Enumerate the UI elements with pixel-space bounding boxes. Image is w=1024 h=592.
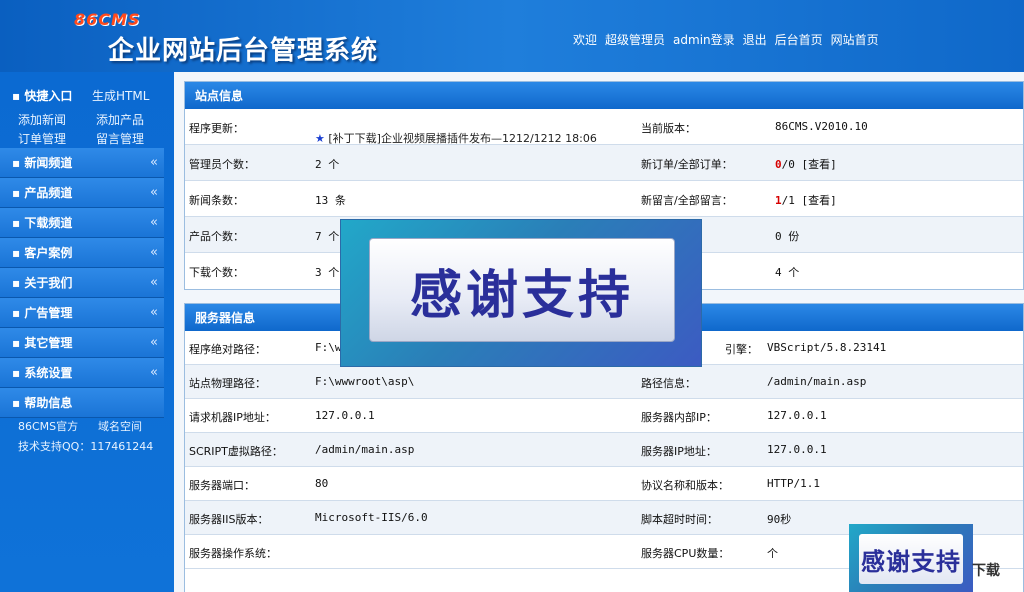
row-label: 协议名称和版本： — [641, 479, 729, 492]
menu-ads[interactable]: ▪ 广告管理 « — [0, 298, 164, 328]
watermark-text: 下载 — [972, 563, 1000, 579]
row-label: 当前版本： — [641, 122, 696, 135]
table-row: SCRIPT虚拟路径： /admin/main.asp 服务器IP地址： 127… — [185, 433, 1023, 467]
row-label: SCRIPT虚拟路径： — [189, 445, 283, 458]
row-label: 管理员个数： — [189, 158, 255, 171]
row-value: 2 个 — [315, 158, 340, 171]
chevron-left-icon: « — [150, 305, 158, 320]
row-label: 新闻条数： — [189, 194, 244, 207]
row-label: 新订单/全部订单： — [641, 158, 733, 171]
star-icon: ★ — [315, 132, 325, 145]
admin-home-link[interactable]: 后台首页 — [775, 31, 823, 48]
quick-link-generate-html[interactable]: 生成HTML — [92, 87, 149, 104]
row-value: 86CMS.V2010.10 — [775, 120, 868, 133]
update-link[interactable]: ★ [补丁下载]企业视频展播插件发布—1212/1212 18:06 — [315, 130, 597, 146]
table-row: 请求机器IP地址： 127.0.0.1 服务器内部IP： 127.0.0.1 — [185, 399, 1023, 433]
menu-products[interactable]: ▪ 产品频道 « — [0, 178, 164, 208]
orders-value[interactable]: 0/0 [查看] — [775, 156, 837, 172]
chevron-left-icon: « — [150, 365, 158, 380]
menu-help[interactable]: ▪ 帮助信息 — [0, 388, 164, 418]
row-label: 服务器内部IP： — [641, 411, 717, 424]
system-title: 企业网站后台管理系统 — [108, 36, 379, 66]
row-value: 80 — [315, 477, 329, 490]
row-label: 站点物理路径： — [189, 377, 266, 390]
menu-news[interactable]: ▪ 新闻频道 « — [0, 148, 164, 178]
header-bar: 86CMS 企业网站后台管理系统 欢迎 超级管理员 admin登录 退出 后台首… — [0, 0, 1024, 72]
table-row: 站点物理路径： F:\wwwroot\asp\ 路径信息： /admin/mai… — [185, 365, 1023, 399]
chevron-left-icon: « — [150, 155, 158, 170]
thanks-banner-small-inner: 感谢支持 — [859, 534, 963, 584]
logout-link[interactable]: 退出 — [743, 31, 767, 48]
menu-about[interactable]: ▪ 关于我们 « — [0, 268, 164, 298]
menu-settings[interactable]: ▪ 系统设置 « — [0, 358, 164, 388]
thanks-banner-inner: 感谢支持 — [369, 238, 675, 342]
row-value: VBScript/5.8.23141 — [767, 341, 887, 354]
row-value: /admin/main.asp — [767, 375, 867, 388]
row-value: 0 份 — [775, 230, 800, 243]
row-label: 请求机器IP地址： — [189, 411, 276, 424]
quick-link-orders[interactable]: 订单管理 — [18, 130, 66, 147]
table-row: 新闻条数： 13 条 新留言/全部留言： 1/1 [查看] — [185, 181, 1023, 217]
row-value: 13 条 — [315, 194, 346, 207]
row-value: 4 个 — [775, 266, 800, 279]
tech-support-qq: 技术支持QQ：117461244 — [18, 440, 154, 453]
row-value: Microsoft-IIS/6.0 — [315, 511, 428, 524]
row-value: 90秒 — [767, 513, 792, 526]
chevron-left-icon: « — [150, 215, 158, 230]
row-value: 127.0.0.1 — [315, 409, 375, 422]
row-label: 服务器CPU数量： — [641, 547, 730, 560]
thanks-banner: 感谢支持 — [340, 219, 702, 367]
help-link-hosting[interactable]: 域名空间 — [98, 418, 142, 434]
messages-value[interactable]: 1/1 [查看] — [775, 192, 837, 208]
quick-link-add-product[interactable]: 添加产品 — [96, 111, 144, 128]
help-link-official[interactable]: 86CMS官方 — [18, 418, 78, 434]
chevron-left-icon: « — [150, 275, 158, 290]
row-label: 服务器IP地址： — [641, 445, 717, 458]
row-label: 脚本超时时间： — [641, 513, 718, 526]
row-label: 程序绝对路径： — [189, 343, 266, 356]
row-label: 程序更新： — [189, 122, 244, 135]
row-value: /admin/main.asp — [315, 443, 415, 456]
row-label: 服务器IIS版本： — [189, 513, 269, 526]
welcome-text: 欢迎 — [573, 33, 598, 47]
site-home-link[interactable]: 网站首页 — [831, 31, 879, 48]
row-value: 7 个 — [315, 230, 340, 243]
row-label: 新留言/全部留言： — [641, 194, 733, 207]
row-value: 127.0.0.1 — [767, 409, 827, 422]
chevron-left-icon: « — [150, 245, 158, 260]
row-label: 路径信息： — [641, 377, 696, 390]
menu-cases[interactable]: ▪ 客户案例 « — [0, 238, 164, 268]
sidebar-menu: ▪ 新闻频道 « ▪ 产品频道 « ▪ 下载频道 « ▪ 客户案例 « ▪ 关于我们 « … — [0, 148, 164, 418]
row-label: 引擎： — [725, 343, 758, 356]
logo[interactable]: 86CMS — [74, 10, 140, 29]
thanks-text-small: 感谢支持 — [861, 547, 961, 576]
menu-downloads[interactable]: ▪ 下载频道 « — [0, 208, 164, 238]
row-label: 服务器操作系统： — [189, 547, 277, 560]
row-value: 3 个 — [315, 266, 340, 279]
table-row: 程序更新： ★ [补丁下载]企业视频展播插件发布—1212/1212 18:06… — [185, 109, 1023, 145]
table-row: 管理员个数： 2 个 新订单/全部订单： 0/0 [查看] — [185, 145, 1023, 181]
panel-title: 站点信息 — [185, 82, 1023, 109]
login-user-text: admin登录 — [673, 33, 735, 47]
row-value: F:\wwwroot\asp\ — [315, 375, 415, 388]
quick-entry-title: ▪ 快捷入口 — [12, 89, 73, 103]
thanks-banner-small: 感谢支持 — [849, 524, 973, 592]
chevron-left-icon: « — [150, 185, 158, 200]
quick-link-messages[interactable]: 留言管理 — [96, 130, 144, 147]
row-value: 个 — [767, 547, 778, 560]
row-value: HTTP/1.1 — [767, 477, 820, 490]
row-value: F:\w — [315, 341, 342, 354]
row-label: 服务器端口： — [189, 479, 255, 492]
menu-other[interactable]: ▪ 其它管理 « — [0, 328, 164, 358]
row-label: 产品个数： — [189, 230, 244, 243]
top-links: 欢迎 超级管理员 admin登录 退出 后台首页 网站首页 — [573, 31, 879, 48]
chevron-left-icon: « — [150, 335, 158, 350]
quick-link-add-news[interactable]: 添加新闻 — [18, 111, 66, 128]
thanks-text: 感谢支持 — [409, 265, 634, 326]
sidebar: ▪ 快捷入口 生成HTML 添加新闻 添加产品 订单管理 留言管理 ▪ 新闻频道… — [0, 72, 174, 592]
row-value: 127.0.0.1 — [767, 443, 827, 456]
row-label: 下载个数： — [189, 266, 244, 279]
user-role-text: 超级管理员 — [605, 33, 666, 47]
table-row: 服务器端口： 80 协议名称和版本： HTTP/1.1 — [185, 467, 1023, 501]
